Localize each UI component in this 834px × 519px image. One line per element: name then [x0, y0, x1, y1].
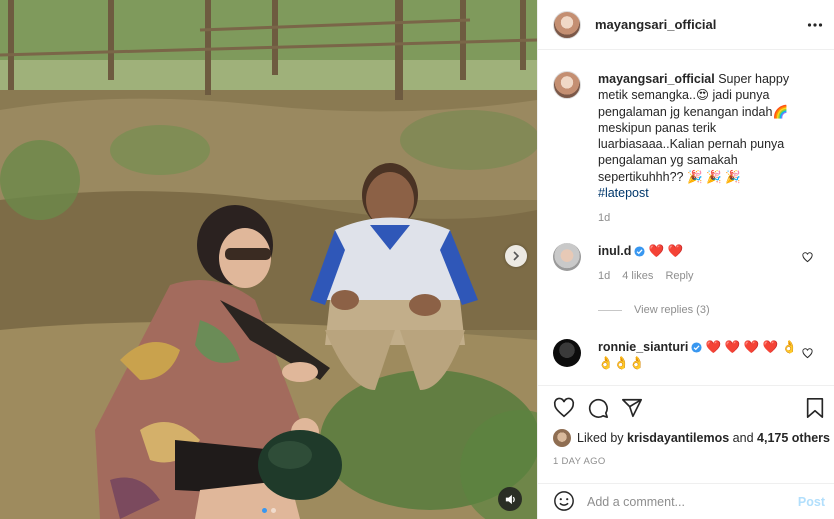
more-options-button[interactable]: [807, 17, 823, 36]
heart-outline-icon: [802, 348, 813, 359]
comment-button[interactable]: [587, 397, 609, 422]
heart-icon: [553, 397, 575, 418]
like-button[interactable]: [553, 397, 575, 422]
carousel-dot: [270, 508, 276, 513]
reply-button[interactable]: Reply: [665, 268, 693, 284]
liker-avatar[interactable]: [553, 429, 571, 447]
next-media-button[interactable]: [505, 245, 527, 267]
caption-time: 1d: [598, 212, 611, 225]
comments-list: mayangsari_official Super happy metik se…: [538, 51, 834, 384]
more-horizontal-icon: [807, 23, 823, 27]
view-replies-divider: [598, 309, 622, 311]
share-button[interactable]: [621, 397, 643, 422]
like-comment-button[interactable]: [802, 252, 813, 266]
caption-body: mayangsari_official Super happy metik se…: [598, 71, 798, 227]
caption-hashtag[interactable]: #latepost: [598, 186, 649, 200]
like-comment-button[interactable]: [802, 348, 813, 362]
comment-time: 1d: [598, 270, 611, 283]
speaker-icon: [505, 494, 515, 504]
liked-by-others[interactable]: 4,175 others: [757, 431, 830, 445]
post-comment-button[interactable]: Post: [798, 495, 825, 509]
caption-username[interactable]: mayangsari_official: [598, 72, 715, 86]
bookmark-icon: [806, 398, 824, 418]
comment-body: ronnie_sianturi ❤️ ❤️ ❤️ ❤️ 👌 👌👌👌: [598, 339, 798, 372]
liked-by-user[interactable]: krisdayantilemos: [627, 431, 729, 445]
author-username[interactable]: mayangsari_official: [595, 17, 716, 32]
save-button[interactable]: [805, 397, 825, 422]
post-header: mayangsari_official: [538, 0, 834, 50]
caption-meta: 1d: [598, 210, 798, 226]
post-timestamp[interactable]: 1 DAY AGO: [553, 456, 606, 467]
action-icons: [553, 397, 643, 422]
add-comment-bar: Post: [538, 483, 834, 519]
verified-badge-icon: [691, 342, 702, 353]
chevron-right-icon: [513, 251, 520, 261]
liked-by-and: and: [732, 431, 754, 445]
post-side-panel: mayangsari_official mayangsari_official …: [537, 0, 834, 519]
carousel-dot-active: [261, 508, 267, 513]
liked-by-prefix: Liked by: [577, 431, 624, 445]
comment-input[interactable]: [587, 495, 787, 509]
commenter-avatar[interactable]: [553, 339, 581, 367]
emoji-button[interactable]: [553, 490, 575, 515]
post-media[interactable]: [0, 0, 537, 519]
heart-outline-icon: [802, 252, 813, 263]
view-replies-label: View replies (3): [634, 304, 710, 316]
comment-meta: 1d 4 likes Reply: [598, 268, 798, 284]
post-actions: Liked by krisdayantilemos and 4,175 othe…: [538, 385, 834, 519]
post-video-frame: [0, 0, 537, 519]
comment-body: inul.d ❤️ ❤️ 1d 4 likes Reply: [598, 243, 798, 285]
view-replies-button[interactable]: View replies (3): [598, 304, 710, 316]
caption-author-avatar[interactable]: [553, 71, 581, 99]
comment-bubble-icon: [588, 398, 608, 418]
verified-badge-icon: [634, 246, 645, 257]
author-avatar[interactable]: [553, 10, 581, 39]
caption-text: Super happy metik semangka..😍 jadi punya…: [598, 72, 790, 184]
smiley-icon: [554, 490, 574, 511]
commenter-avatar[interactable]: [553, 243, 581, 271]
liked-by-summary: Liked by krisdayantilemos and 4,175 othe…: [553, 429, 830, 447]
carousel-indicator: [0, 508, 537, 513]
paper-plane-icon: [622, 398, 642, 418]
comment-likes-count[interactable]: 4 likes: [622, 268, 653, 284]
comment-username[interactable]: inul.d: [598, 244, 631, 258]
comment-text: ❤️ ❤️: [648, 244, 684, 258]
comment-username[interactable]: ronnie_sianturi: [598, 340, 688, 354]
